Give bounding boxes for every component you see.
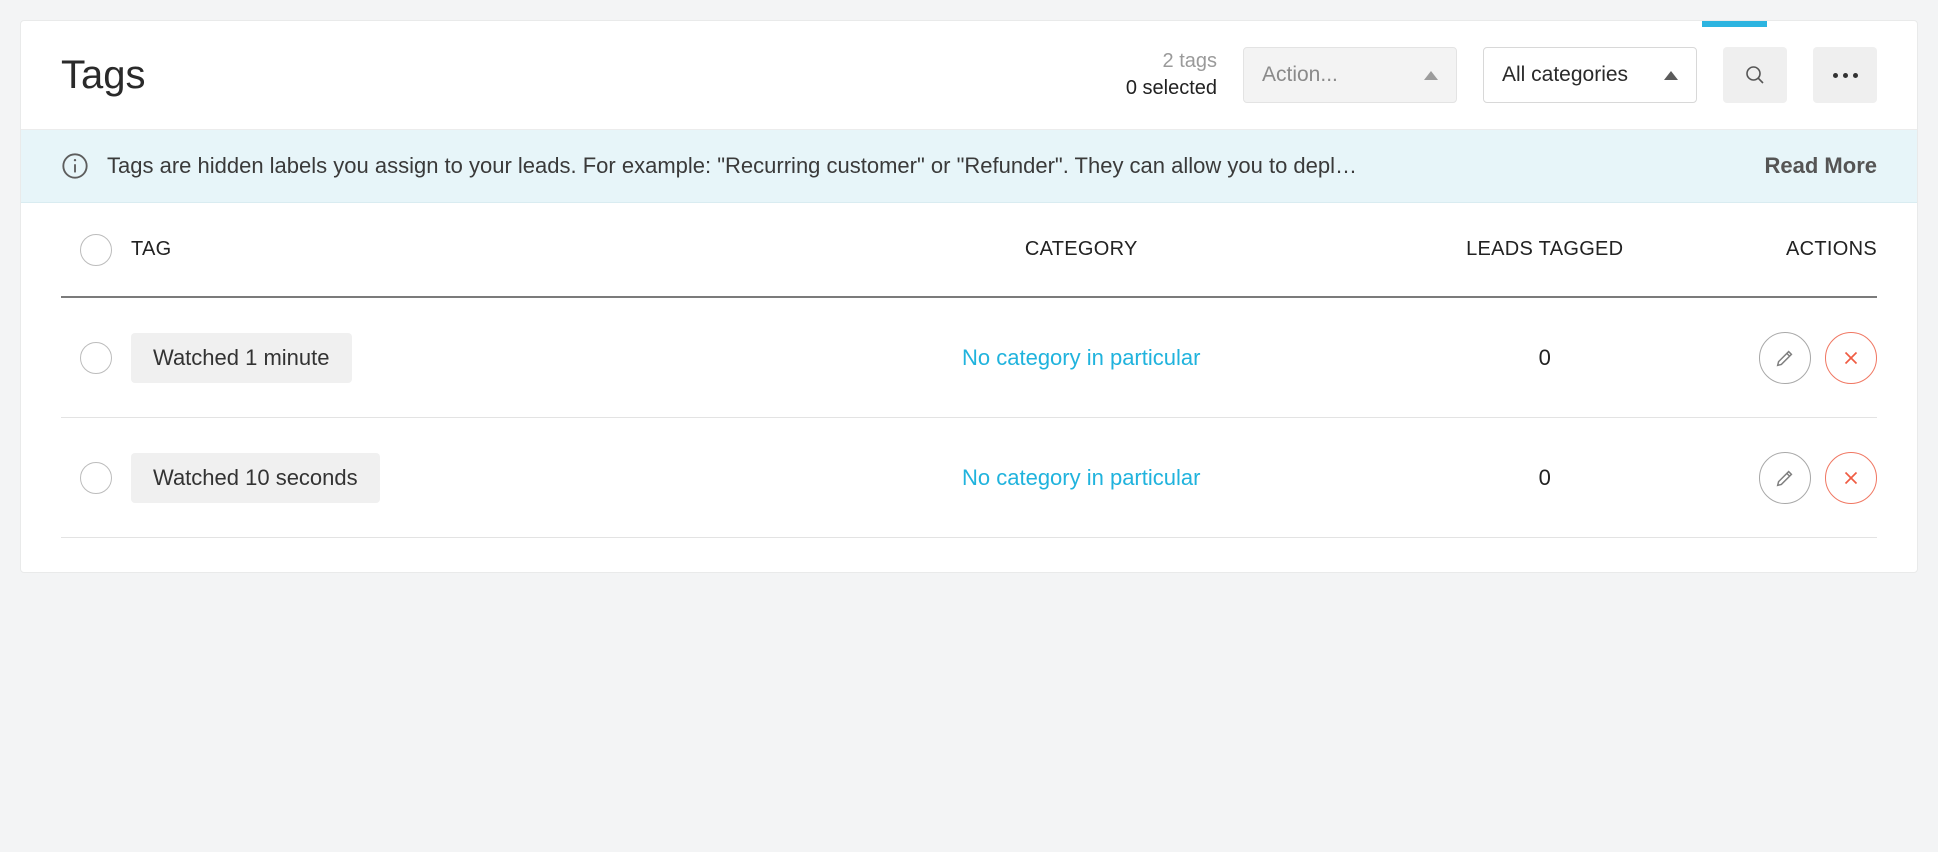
table-header-row: Tag Category Leads Tagged Actions: [61, 203, 1877, 298]
more-button[interactable]: [1813, 47, 1877, 103]
delete-button[interactable]: [1825, 452, 1877, 504]
edit-button[interactable]: [1759, 332, 1811, 384]
tags-count: 2 tags: [1126, 48, 1217, 75]
chevron-up-icon: [1664, 71, 1678, 80]
row-checkbox[interactable]: [80, 462, 112, 494]
edit-button[interactable]: [1759, 452, 1811, 504]
search-icon: [1743, 63, 1767, 87]
col-header-category: Category: [780, 238, 1383, 261]
panel-header: Tags 2 tags 0 selected Action... All cat…: [21, 21, 1917, 130]
panel-footer: [21, 538, 1917, 572]
tag-chip[interactable]: Watched 10 seconds: [131, 453, 380, 503]
read-more-link[interactable]: Read More: [1765, 153, 1877, 179]
tags-table: Tag Category Leads Tagged Actions Watche…: [21, 203, 1917, 538]
chevron-up-icon: [1424, 71, 1438, 80]
tag-chip[interactable]: Watched 1 minute: [131, 333, 352, 383]
action-select[interactable]: Action...: [1243, 47, 1457, 103]
tags-panel: Tags 2 tags 0 selected Action... All cat…: [20, 20, 1918, 573]
category-link[interactable]: No category in particular: [962, 465, 1200, 490]
leads-count: 0: [1539, 345, 1551, 370]
delete-button[interactable]: [1825, 332, 1877, 384]
header-controls: 2 tags 0 selected Action... All categori…: [1126, 47, 1877, 103]
page-title: Tags: [61, 53, 146, 98]
row-checkbox[interactable]: [80, 342, 112, 374]
search-button[interactable]: [1723, 47, 1787, 103]
select-all-checkbox[interactable]: [80, 234, 112, 266]
info-text: Tags are hidden labels you assign to you…: [107, 153, 1747, 179]
row-actions: [1707, 332, 1877, 384]
category-select-label: All categories: [1502, 63, 1628, 87]
pencil-icon: [1774, 347, 1796, 369]
pencil-icon: [1774, 467, 1796, 489]
close-icon: [1840, 467, 1862, 489]
table-row: Watched 1 minute No category in particul…: [61, 298, 1877, 418]
col-header-tag: Tag: [131, 238, 780, 261]
category-select[interactable]: All categories: [1483, 47, 1697, 103]
selected-count: 0 selected: [1126, 75, 1217, 102]
action-select-label: Action...: [1262, 63, 1338, 87]
active-tab-indicator: [1702, 21, 1767, 27]
table-row: Watched 10 seconds No category in partic…: [61, 418, 1877, 538]
col-header-actions: Actions: [1707, 238, 1877, 261]
leads-count: 0: [1539, 465, 1551, 490]
dots-icon: [1833, 73, 1858, 78]
row-actions: [1707, 452, 1877, 504]
tag-counts: 2 tags 0 selected: [1126, 48, 1217, 102]
info-banner: Tags are hidden labels you assign to you…: [21, 130, 1917, 203]
col-header-leads: Leads Tagged: [1383, 238, 1707, 261]
info-icon: [61, 152, 89, 180]
close-icon: [1840, 347, 1862, 369]
category-link[interactable]: No category in particular: [962, 345, 1200, 370]
